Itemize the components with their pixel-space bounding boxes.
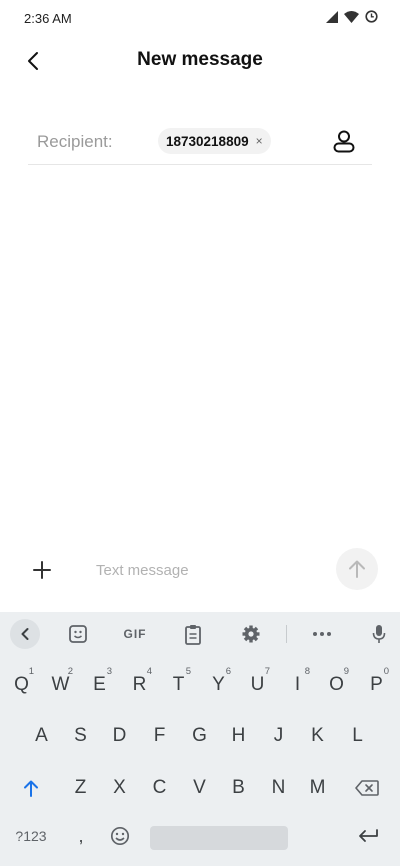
backspace-icon <box>355 780 379 796</box>
key-c[interactable]: C <box>140 768 179 808</box>
chevron-left-icon <box>21 628 29 640</box>
key-k[interactable]: K <box>298 716 337 756</box>
key-x[interactable]: X <box>100 768 139 808</box>
recipient-chip[interactable]: 18730218809 × <box>158 128 271 154</box>
compose-bar <box>0 548 400 592</box>
enter-key[interactable] <box>345 816 391 856</box>
shift-arrow-icon <box>24 780 38 797</box>
key-t-hint: 5 <box>185 666 191 677</box>
key-u-label: U <box>250 674 265 695</box>
wifi-icon <box>344 10 359 23</box>
key-o-label: O <box>329 674 344 695</box>
key-o-hint: 9 <box>343 666 349 677</box>
key-a[interactable]: A <box>22 716 61 756</box>
key-e-label: E <box>93 674 106 695</box>
key-row-2: A S D F G H J K L <box>0 716 400 756</box>
voice-input-button[interactable] <box>366 620 392 648</box>
symbols-key[interactable]: ?123 <box>6 816 56 856</box>
key-p-hint: 0 <box>383 666 389 677</box>
emoji-icon <box>110 826 130 846</box>
key-z[interactable]: Z <box>61 768 100 808</box>
plus-icon <box>33 561 51 579</box>
clipboard-button[interactable] <box>179 620 207 648</box>
recipient-chip-number: 18730218809 <box>166 133 249 149</box>
key-q-label: Q <box>14 674 29 695</box>
key-v[interactable]: V <box>180 768 219 808</box>
key-h[interactable]: H <box>219 716 258 756</box>
key-y-label: Y <box>212 674 225 695</box>
attach-button[interactable] <box>28 556 56 584</box>
key-b[interactable]: B <box>219 768 258 808</box>
key-u[interactable]: U7 <box>238 665 277 705</box>
key-m[interactable]: M <box>298 768 337 808</box>
key-r-hint: 4 <box>146 666 152 677</box>
comma-key[interactable]: , <box>62 816 100 856</box>
person-icon <box>333 130 355 153</box>
keyboard-collapse-button[interactable] <box>10 619 40 649</box>
key-p-label: P <box>370 674 383 695</box>
message-input[interactable] <box>96 560 316 580</box>
signal-icon <box>326 10 338 23</box>
keyboard: GIF Q1 W2 E3 R4 T5 Y6 U7 I8 O9 P0 A S D … <box>0 612 400 866</box>
key-s[interactable]: S <box>61 716 100 756</box>
key-g[interactable]: G <box>180 716 219 756</box>
key-q-hint: 1 <box>28 666 34 677</box>
key-j[interactable]: J <box>259 716 298 756</box>
key-y[interactable]: Y6 <box>199 665 238 705</box>
status-icons <box>326 10 378 23</box>
key-e[interactable]: E3 <box>80 665 119 705</box>
key-l[interactable]: L <box>338 716 377 756</box>
key-r[interactable]: R4 <box>120 665 159 705</box>
alarm-icon <box>365 10 378 23</box>
recipient-field[interactable]: Recipient: 18730218809 × <box>28 118 372 165</box>
key-f[interactable]: F <box>140 716 179 756</box>
status-bar: 2:36 AM <box>0 0 400 36</box>
key-u-hint: 7 <box>264 666 270 677</box>
key-row-4: ?123 , <box>0 816 400 856</box>
key-e-hint: 3 <box>106 666 112 677</box>
keyboard-toolbar: GIF <box>0 612 400 656</box>
key-t-label: T <box>172 674 185 695</box>
gif-label: GIF <box>123 627 147 641</box>
page-title: New message <box>137 49 263 70</box>
gear-icon <box>242 625 260 643</box>
microphone-icon <box>372 625 386 643</box>
key-r-label: R <box>132 674 147 695</box>
clipboard-icon <box>185 624 201 645</box>
sticker-icon <box>69 625 87 643</box>
key-y-hint: 6 <box>225 666 231 677</box>
key-o[interactable]: O9 <box>317 665 356 705</box>
key-i-label: I <box>294 674 301 695</box>
gif-button[interactable]: GIF <box>118 620 152 648</box>
key-d[interactable]: D <box>100 716 139 756</box>
key-w-label: W <box>51 674 70 695</box>
send-button[interactable] <box>336 548 378 590</box>
backspace-key[interactable] <box>342 768 392 808</box>
status-time: 2:36 AM <box>24 11 72 26</box>
contacts-button[interactable] <box>330 127 358 155</box>
shift-key[interactable] <box>6 768 56 808</box>
app-header: New message <box>0 36 400 86</box>
remove-recipient-icon[interactable]: × <box>256 135 263 147</box>
key-w-hint: 2 <box>67 666 73 677</box>
key-row-1: Q1 W2 E3 R4 T5 Y6 U7 I8 O9 P0 <box>0 665 400 705</box>
more-options-button[interactable] <box>308 620 336 648</box>
key-w[interactable]: W2 <box>41 665 80 705</box>
enter-icon <box>359 829 378 842</box>
recipient-label: Recipient: <box>37 132 113 151</box>
emoji-key[interactable] <box>101 816 139 856</box>
space-key[interactable] <box>150 826 288 850</box>
key-p[interactable]: P0 <box>357 665 396 705</box>
sticker-button[interactable] <box>64 620 92 648</box>
send-arrow-up-icon <box>349 560 365 578</box>
key-q[interactable]: Q1 <box>2 665 41 705</box>
more-horizontal-icon <box>313 632 331 636</box>
key-n[interactable]: N <box>259 768 298 808</box>
settings-button[interactable] <box>237 620 265 648</box>
key-t[interactable]: T5 <box>159 665 198 705</box>
key-row-3: Z X C V B N M <box>0 768 400 808</box>
key-i[interactable]: I8 <box>278 665 317 705</box>
key-i-hint: 8 <box>304 666 310 677</box>
toolbar-divider <box>286 625 287 643</box>
